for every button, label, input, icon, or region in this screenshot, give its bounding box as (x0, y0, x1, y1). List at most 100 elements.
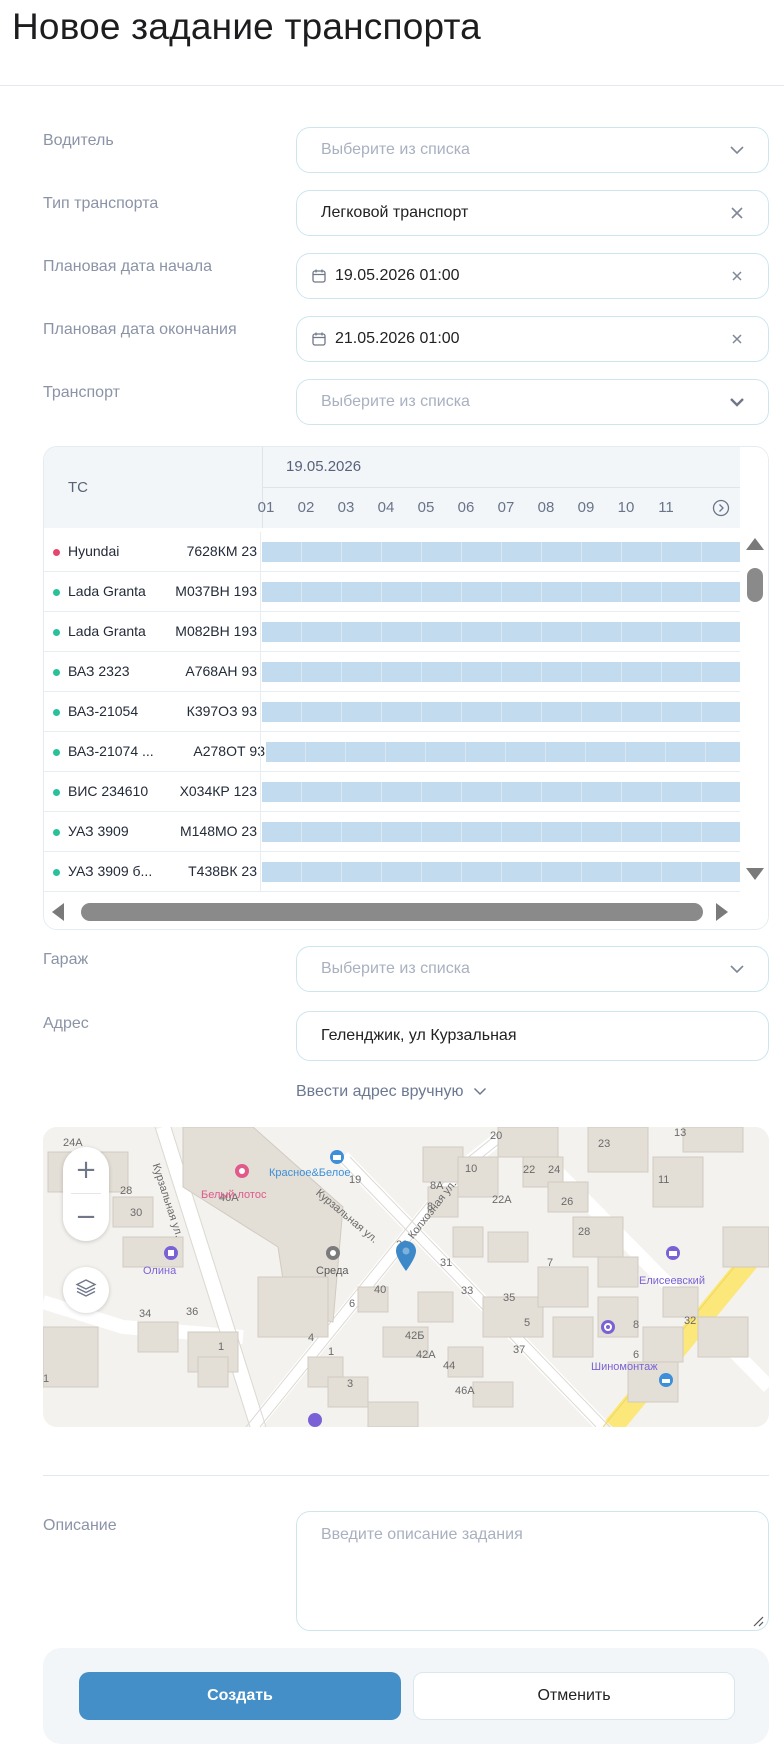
status-dot (53, 709, 60, 716)
column-separator (260, 732, 261, 772)
vehicle-timeline: ТС 19.05.2026 01 02 03 04 05 06 07 08 09 10 11 Hyu… (43, 446, 769, 930)
driver-select[interactable]: Выберите из списка (296, 127, 769, 173)
vehicle-type-select[interactable]: Легковой транспорт (296, 190, 769, 236)
scroll-thumb[interactable] (747, 568, 763, 602)
layers-button[interactable] (63, 1267, 109, 1313)
basket-icon[interactable] (329, 1149, 345, 1168)
end-date-label: Плановая дата окончания (43, 321, 237, 338)
availability-bar[interactable] (262, 782, 740, 802)
tire-icon[interactable] (600, 1319, 616, 1338)
vehicle-row[interactable]: Lada Granta М037ВН 193 (44, 572, 740, 612)
horizontal-scrollbar[interactable] (44, 892, 768, 929)
clear-icon[interactable] (728, 330, 746, 348)
vehicle-row[interactable]: Lada Granta М082ВН 193 (44, 612, 740, 652)
availability-bar[interactable] (262, 702, 740, 722)
house-number-label: 44 (443, 1360, 456, 1372)
description-textarea[interactable]: Введите описание задания (296, 1511, 769, 1631)
house-number-label: 30 (130, 1207, 143, 1219)
availability-bar[interactable] (262, 662, 740, 682)
next-hours-icon[interactable] (712, 499, 730, 517)
vehicle-plate: М148МО 23 (179, 823, 257, 839)
hour-label: 04 (377, 499, 395, 516)
description-placeholder: Введите описание задания (321, 1526, 523, 1543)
flower-icon[interactable] (234, 1163, 250, 1182)
car-icon[interactable] (658, 1372, 674, 1391)
availability-bar[interactable] (262, 862, 740, 882)
vehicle-row[interactable]: ВИС 234610 Х034КР 123 (44, 772, 740, 812)
vehicle-row[interactable]: ВАЗ-21074 ... А278ОТ 93 (44, 732, 740, 772)
resize-handle-icon[interactable] (752, 1614, 764, 1627)
availability-bar[interactable] (262, 822, 740, 842)
poi-label-olina[interactable]: Олина (143, 1265, 176, 1277)
shop-icon[interactable] (665, 1245, 681, 1264)
description-label: Описание (43, 1517, 117, 1534)
clear-icon[interactable] (728, 267, 746, 285)
house-number-label: 10 (465, 1163, 478, 1175)
bed-icon[interactable] (307, 1412, 323, 1427)
address-label: Адрес (43, 1015, 89, 1032)
garage-select[interactable]: Выберите из списка (296, 946, 769, 992)
scroll-thumb[interactable] (81, 903, 703, 921)
header-gap (740, 447, 768, 528)
hour-label: 03 (337, 499, 355, 516)
status-dot (53, 749, 60, 756)
end-date-input[interactable]: 21.05.2026 01:00 (296, 316, 769, 362)
status-dot (53, 829, 60, 836)
vehicle-name: УАЗ 3909 (68, 823, 129, 839)
zoom-out-button[interactable]: − (63, 1194, 109, 1240)
availability-bar[interactable] (262, 542, 740, 562)
scroll-right-icon[interactable] (716, 903, 728, 921)
vehicle-row[interactable]: УАЗ 3909 М148МО 23 (44, 812, 740, 852)
manual-address-toggle[interactable]: Ввести адрес вручную (296, 1083, 487, 1101)
house-number-label: 1 (328, 1346, 335, 1358)
clear-icon[interactable] (728, 204, 746, 222)
shop-icon[interactable] (325, 1245, 341, 1264)
vehicle-row[interactable]: ВАЗ-21054 К397ОЗ 93 (44, 692, 740, 732)
vertical-scrollbar[interactable] (740, 532, 768, 892)
house-number-label: 6 (633, 1349, 640, 1361)
column-separator (260, 692, 261, 732)
poi-label-white-lotus[interactable]: Белый лотос (201, 1189, 266, 1201)
house-number-label: 4 (308, 1332, 315, 1344)
scroll-down-icon[interactable] (746, 868, 764, 880)
availability-bar[interactable] (262, 622, 740, 642)
location-pin-icon[interactable] (396, 1241, 416, 1274)
status-dot (53, 669, 60, 676)
create-button[interactable]: Создать (79, 1672, 401, 1720)
poi-label-eliseevsky[interactable]: Елисеевский (639, 1275, 705, 1287)
poi-label-shinomontazh[interactable]: Шиномонтаж (591, 1361, 658, 1373)
address-input[interactable]: Геленджик, ул Курзальная (296, 1011, 769, 1061)
transport-placeholder: Выберите из списка (321, 393, 470, 410)
availability-bar[interactable] (266, 742, 740, 762)
scroll-left-icon[interactable] (52, 903, 64, 921)
house-number-label: 3 (347, 1378, 354, 1390)
layers-icon (75, 1278, 97, 1303)
cancel-button[interactable]: Отменить (413, 1672, 735, 1720)
start-date-input[interactable]: 19.05.2026 01:00 (296, 253, 769, 299)
poi-label-krasnoe-beloe[interactable]: Красное&Белое (269, 1167, 351, 1179)
vehicle-plate: А278ОТ 93 (193, 743, 265, 759)
scroll-up-icon[interactable] (746, 538, 764, 550)
address-map[interactable]: 24А283040А198А81020222423131122А26282973… (43, 1127, 769, 1427)
house-number-label: 34 (139, 1308, 152, 1320)
vehicle-column-header: ТС (68, 479, 88, 496)
header-separator (262, 487, 740, 488)
vehicle-plate: А768АН 93 (185, 663, 257, 679)
vehicle-type-value: Легковой транспорт (321, 204, 469, 221)
house-number-label: 33 (461, 1285, 474, 1297)
status-dot (53, 869, 60, 876)
transport-select[interactable]: Выберите из списка (296, 379, 769, 425)
vehicle-row[interactable]: Hyundai 7628КМ 23 (44, 532, 740, 572)
availability-bar[interactable] (262, 582, 740, 602)
vehicle-row[interactable]: УАЗ 3909 б... Т438ВК 23 (44, 852, 740, 892)
vehicle-name: ВАЗ-21074 ... (68, 743, 154, 759)
house-number-label: 1 (43, 1373, 50, 1385)
poi-label-sreda[interactable]: Среда (316, 1265, 348, 1277)
zoom-in-button[interactable]: + (63, 1147, 109, 1193)
garage-placeholder: Выберите из списка (321, 960, 470, 977)
vehicle-row[interactable]: ВАЗ 2323 А768АН 93 (44, 652, 740, 692)
hour-label: 10 (617, 499, 635, 516)
title-divider (0, 85, 784, 86)
building-icon[interactable] (163, 1245, 179, 1264)
vehicle-name: Hyundai (68, 543, 120, 559)
